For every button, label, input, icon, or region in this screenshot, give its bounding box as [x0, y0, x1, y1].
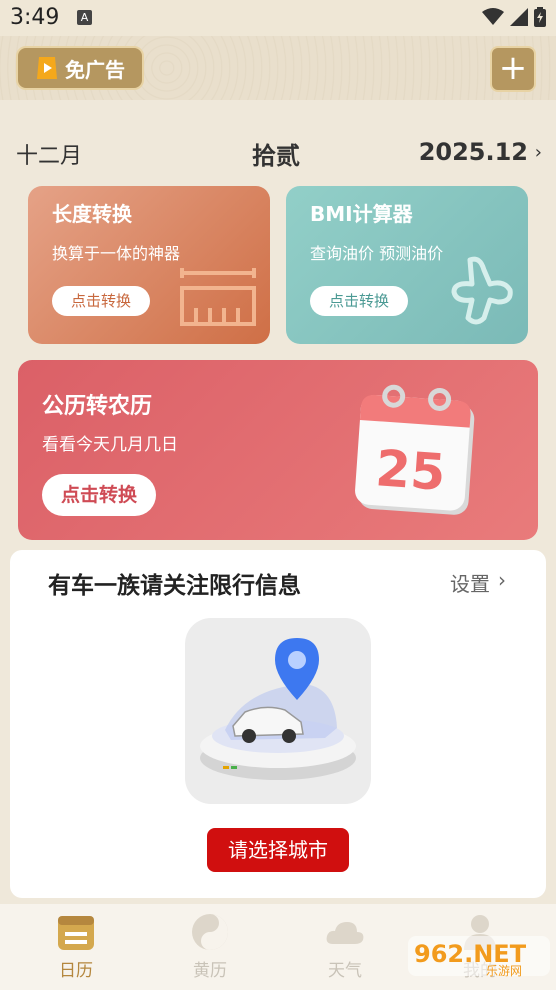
lunar-day: 拾贰 [252, 142, 300, 170]
signal-icon [510, 8, 528, 26]
year-month-selector[interactable]: 2025.12 [419, 138, 528, 166]
lunar-convert-button[interactable]: 点击转换 [42, 474, 156, 516]
nav-label: 黄历 [193, 961, 227, 981]
battery-icon [534, 7, 546, 27]
traffic-title: 有车一族请关注限行信息 [48, 573, 301, 599]
ad-badge-icon [37, 57, 57, 79]
card-title: 长度转换 [52, 202, 132, 226]
calendar-icon [58, 916, 94, 950]
yin-yang-icon [192, 914, 228, 950]
car-location-illustration [185, 618, 371, 804]
length-convert-button[interactable]: 点击转换 [52, 286, 150, 316]
traffic-restriction-card: 有车一族请关注限行信息 设置 › 请选择城市 [10, 550, 546, 898]
car-on-platform-icon [200, 638, 356, 780]
watermark-subtext: 乐游网 [486, 964, 522, 978]
cloud-icon [326, 922, 364, 944]
remove-ads-button[interactable]: 免广告 [16, 46, 144, 90]
bmi-calculator-card[interactable]: BMI计算器 查询油价 预测油价 点击转换 [286, 186, 528, 344]
settings-link[interactable]: 设置 [450, 568, 490, 597]
calendar-number: 25 [374, 439, 447, 502]
ruler-icon [180, 268, 256, 326]
card-title: 公历转农历 [42, 394, 153, 419]
status-time: 3:49 [10, 5, 60, 30]
watermark-logo: 962.NET 乐游网 [408, 936, 550, 978]
nav-item-weather[interactable]: 天气 [295, 904, 395, 990]
nav-label: 天气 [328, 961, 362, 981]
lunar-month: 十二月 [16, 144, 83, 169]
solar-to-lunar-card[interactable]: 公历转农历 看看今天几月几日 点击转换 25 [18, 360, 538, 540]
card-subtitle: 查询油价 预测油价 [310, 244, 444, 263]
chevron-right-icon[interactable]: › [498, 568, 506, 592]
date-header: 十二月 拾贰 2025.12 › [0, 130, 556, 176]
wifi-icon [482, 8, 504, 25]
card-subtitle: 换算于一体的神器 [52, 244, 181, 263]
add-button[interactable]: + [490, 46, 536, 92]
scale-icon [451, 256, 513, 325]
card-title: BMI计算器 [310, 202, 413, 226]
length-conversion-card[interactable]: 长度转换 换算于一体的神器 点击转换 [28, 186, 270, 344]
bmi-convert-button[interactable]: 点击转换 [310, 286, 408, 316]
notification-icon: A [77, 10, 92, 25]
select-city-button[interactable]: 请选择城市 [207, 828, 349, 872]
status-icons [482, 6, 546, 28]
nav-item-calendar[interactable]: 日历 [26, 904, 126, 990]
top-bar: 免广告 + [0, 36, 556, 100]
nav-item-almanac[interactable]: 黄历 [160, 904, 260, 990]
chevron-right-icon[interactable]: › [535, 142, 542, 163]
card-subtitle: 看看今天几月几日 [42, 435, 178, 455]
nav-label: 日历 [59, 961, 93, 981]
status-bar: 3:49 A [0, 0, 556, 36]
remove-ads-label: 免广告 [65, 57, 125, 82]
calendar-icon: 25 [355, 384, 475, 515]
